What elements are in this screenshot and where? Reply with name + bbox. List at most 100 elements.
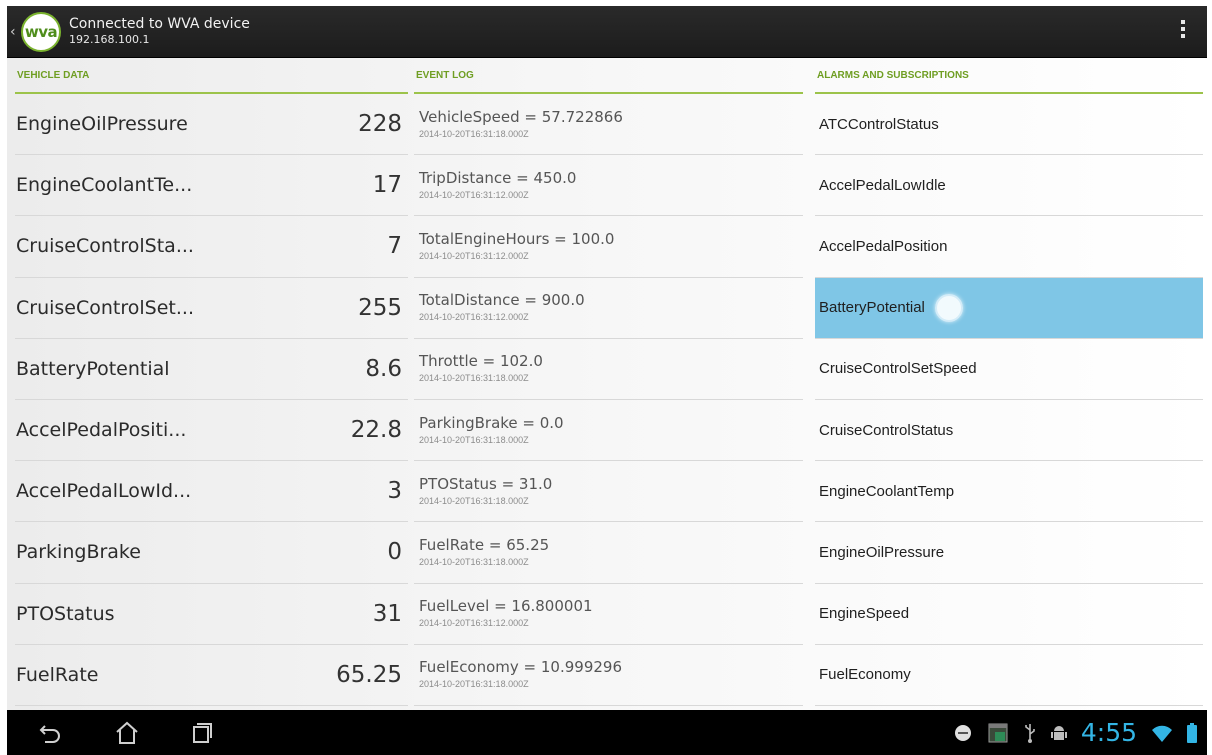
event-text: FuelEconomy = 10.999296	[419, 658, 623, 677]
vehicle-data-row[interactable]: FuelRate 65.25	[15, 645, 408, 706]
vehicle-data-value: 7	[387, 233, 402, 260]
vehicle-data-row[interactable]: CruiseControlSta... 7	[15, 216, 408, 278]
event-timestamp: 2014-10-20T16:31:12.000Z	[419, 189, 529, 200]
event-log-row[interactable]: VehicleSpeed = 57.722866 2014-10-20T16:31…	[414, 94, 803, 156]
alarm-subscription-row[interactable]: BatteryPotential	[815, 277, 1203, 339]
vehicle-data-row[interactable]: PTOStatus 31	[15, 584, 408, 645]
wifi-icon	[1152, 725, 1172, 742]
alarm-subscription-name: BatteryPotential	[819, 299, 925, 317]
alarm-subscription-row[interactable]: CruiseControlSetSpeed	[815, 339, 1203, 400]
recent-apps-icon[interactable]	[187, 718, 217, 748]
alarms-column: ALARMS AND SUBSCRIPTIONS ATCControlStatu…	[815, 58, 1203, 706]
vehicle-data-name: PTOStatus	[16, 602, 115, 625]
vehicle-data-name: EngineCoolantTe...	[16, 174, 193, 197]
event-log-list: VehicleSpeed = 57.722866 2014-10-20T16:31…	[414, 94, 803, 706]
overflow-menu-icon[interactable]	[1181, 20, 1185, 38]
vehicle-data-row[interactable]: CruiseControlSet... 255	[15, 278, 408, 339]
alarm-subscription-name: AccelPedalLowIdle	[819, 176, 946, 194]
system-navigation-bar: 4:55	[7, 710, 1207, 755]
alarm-subscription-row[interactable]: AccelPedalLowIdle	[815, 155, 1203, 217]
vehicle-data-name: EngineOilPressure	[16, 113, 188, 136]
vehicle-data-column: VEHICLE DATA EngineOilPressure 228 EngineC…	[15, 58, 408, 706]
event-timestamp: 2014-10-20T16:31:18.000Z	[419, 679, 529, 690]
vehicle-data-name: ParkingBrake	[16, 541, 141, 564]
screenshot-icon	[988, 723, 1008, 742]
vehicle-data-value: 8.6	[365, 355, 402, 382]
vehicle-data-row[interactable]: BatteryPotential 8.6	[15, 339, 408, 400]
event-timestamp: 2014-10-20T16:31:18.000Z	[419, 495, 529, 506]
screen-border-right	[1207, 0, 1212, 755]
event-timestamp: 2014-10-20T16:31:18.000Z	[419, 373, 529, 384]
usb-icon	[1025, 723, 1035, 743]
alarm-subscription-row[interactable]: FuelEconomy	[815, 645, 1203, 706]
status-clock: 4:55	[1080, 718, 1137, 747]
vehicle-data-name: BatteryPotential	[16, 357, 170, 380]
event-log-row[interactable]: FuelEconomy = 10.999296 2014-10-20T16:31:…	[414, 645, 803, 706]
event-log-row[interactable]: FuelLevel = 16.800001 2014-10-20T16:31:12…	[414, 584, 803, 645]
event-timestamp: 2014-10-20T16:31:12.000Z	[419, 250, 529, 261]
event-text: TripDistance = 450.0	[419, 168, 577, 187]
device-ip: 192.168.100.1	[69, 33, 150, 46]
event-log-row[interactable]: TotalEngineHours = 100.0 2014-10-20T16:31…	[414, 216, 803, 278]
vehicle-data-name: CruiseControlSet...	[16, 296, 194, 319]
vehicle-data-list: EngineOilPressure 228 EngineCoolantTe... 17…	[15, 94, 408, 706]
vehicle-data-name: AccelPedalPositi...	[16, 419, 187, 442]
vehicle-data-row[interactable]: EngineOilPressure 228	[15, 94, 408, 156]
vehicle-data-row[interactable]: ParkingBrake 0	[15, 522, 408, 584]
home-icon[interactable]	[112, 718, 142, 748]
event-log-row[interactable]: Throttle = 102.0 2014-10-20T16:31:18.000Z	[414, 339, 803, 400]
event-text: VehicleSpeed = 57.722866	[419, 107, 623, 126]
back-icon[interactable]	[35, 718, 65, 748]
event-log-row[interactable]: TripDistance = 450.0 2014-10-20T16:31:12.…	[414, 155, 803, 217]
vehicle-data-name: FuelRate	[16, 663, 99, 686]
alarm-subscription-row[interactable]: EngineCoolantTemp	[815, 461, 1203, 523]
event-log-header: EVENT LOG	[414, 58, 803, 94]
alarm-subscription-name: EngineCoolantTemp	[819, 482, 955, 500]
event-log-row[interactable]: FuelRate = 65.25 2014-10-20T16:31:18.000Z	[414, 522, 803, 584]
event-log-row[interactable]: PTOStatus = 31.0 2014-10-20T16:31:18.000Z	[414, 461, 803, 523]
vehicle-data-name: CruiseControlSta...	[16, 235, 194, 258]
chevron-left-icon[interactable]: ‹	[10, 24, 18, 40]
vehicle-data-value: 31	[372, 600, 402, 627]
app-logo[interactable]: wva	[21, 11, 61, 52]
vehicle-data-value: 228	[358, 111, 402, 138]
alarm-subscription-name: AccelPedalPosition	[819, 237, 948, 255]
alarm-subscription-name: ATCControlStatus	[819, 115, 939, 133]
event-text: FuelRate = 65.25	[419, 535, 550, 554]
event-text: TotalEngineHours = 100.0	[419, 229, 615, 248]
event-log-row[interactable]: TotalDistance = 900.0 2014-10-20T16:31:12…	[414, 278, 803, 339]
vehicle-data-row[interactable]: AccelPedalLowId... 3	[15, 461, 408, 523]
alarm-subscription-name: CruiseControlStatus	[819, 421, 954, 439]
event-timestamp: 2014-10-20T16:31:18.000Z	[419, 434, 529, 445]
main-content: VEHICLE DATA EngineOilPressure 228 EngineC…	[7, 58, 1207, 710]
vehicle-data-header: VEHICLE DATA	[15, 58, 408, 94]
vehicle-data-value: 255	[358, 294, 402, 321]
vehicle-data-value: 65.25	[336, 661, 402, 688]
alarm-subscription-name: EngineOilPressure	[819, 543, 945, 561]
vehicle-data-value: 17	[372, 172, 402, 199]
battery-icon	[1187, 722, 1197, 743]
title-block: Connected to WVA device 192.168.100.1	[69, 16, 250, 47]
logo-text: wva	[24, 22, 58, 41]
event-text: Throttle = 102.0	[419, 352, 543, 371]
alarm-subscription-name: CruiseControlSetSpeed	[819, 360, 977, 378]
status-area[interactable]: 4:55	[953, 710, 1197, 755]
alarm-subscription-row[interactable]: CruiseControlStatus	[815, 400, 1203, 462]
event-log-row[interactable]: ParkingBrake = 0.0 2014-10-20T16:31:18.00…	[414, 400, 803, 462]
alarm-subscription-row[interactable]: EngineOilPressure	[815, 522, 1203, 584]
event-timestamp: 2014-10-20T16:31:12.000Z	[419, 618, 529, 629]
vehicle-data-value: 22.8	[350, 417, 402, 444]
vehicle-data-row[interactable]: EngineCoolantTe... 17	[15, 155, 408, 217]
event-text: TotalDistance = 900.0	[419, 291, 585, 310]
vehicle-data-row[interactable]: AccelPedalPositi... 22.8	[15, 400, 408, 462]
alarms-header: ALARMS AND SUBSCRIPTIONS	[815, 58, 1203, 94]
touch-indicator	[934, 293, 963, 322]
event-text: PTOStatus = 31.0	[419, 474, 553, 493]
alarm-subscription-row[interactable]: ATCControlStatus	[815, 94, 1203, 156]
alarm-subscription-name: EngineSpeed	[819, 605, 910, 623]
event-text: ParkingBrake = 0.0	[419, 413, 564, 432]
alarm-subscription-row[interactable]: AccelPedalPosition	[815, 216, 1203, 278]
alarm-subscription-row[interactable]: EngineSpeed	[815, 584, 1203, 645]
alarms-list: ATCControlStatus AccelPedalLowIdle AccelPe…	[815, 94, 1203, 706]
screen-border-left	[0, 0, 7, 755]
